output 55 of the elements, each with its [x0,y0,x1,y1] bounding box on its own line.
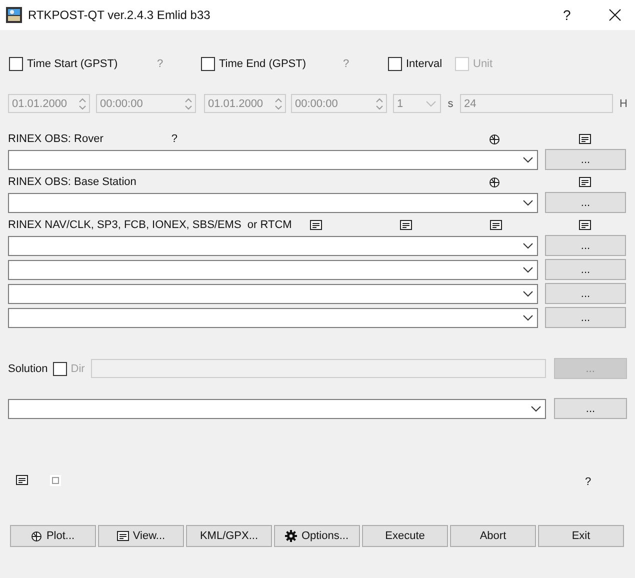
browse-button[interactable]: ... [554,398,627,419]
app-icon [6,7,22,23]
text-window-icon [116,531,129,541]
browse-button[interactable]: ... [545,283,626,304]
solution-label: Solution [8,362,48,374]
output-file-combo-box[interactable] [8,398,546,418]
action-button[interactable]: Plot... [10,525,96,547]
help-mark[interactable]: ? [585,476,592,488]
gear-icon [285,530,298,542]
base-station-label: RINEX OBS: Base Station [8,176,136,188]
globe-icon[interactable] [31,530,42,542]
text-window-icon[interactable] [310,220,322,230]
action-button[interactable]: KML/GPX... [186,525,272,547]
close-icon[interactable] [609,9,621,21]
rover-label: RINEX OBS: Rover [8,133,104,145]
navigation-files-label: RINEX NAV/CLK, SP3, FCB, IONEX, SBS/EMS or RTCM [8,219,292,231]
dir-label: Dir [70,362,85,374]
checkbox[interactable] [201,57,215,71]
text-window-icon[interactable] [490,220,502,230]
interval-unit-label: s [446,98,454,110]
browse-button[interactable]: ... [545,259,626,280]
unit-unit-label: H [618,98,628,110]
browse-button[interactable]: ... [545,307,626,328]
text-window-icon[interactable] [579,177,591,187]
action-button[interactable]: Exit [538,525,624,547]
directory-field[interactable] [90,359,546,378]
globe-icon[interactable] [489,134,500,144]
file-combo-box[interactable] [8,150,538,170]
file-combo-box[interactable] [8,192,538,212]
interval-label: Interval [406,58,442,70]
file-combo-box[interactable] [8,236,538,256]
window-title: RTKPOST-QT ver.2.4.3 Emlid b33 [28,8,212,22]
time-end-label: Time End (GPST) [219,58,306,70]
action-button[interactable]: View... [98,525,184,547]
globe-icon[interactable] [489,176,500,188]
action-button[interactable]: Abort [450,525,536,547]
action-button[interactable]: Options... [274,525,360,547]
browse-button[interactable]: ... [545,192,626,213]
checkbox[interactable] [388,57,402,71]
file-combo-box[interactable] [8,284,538,304]
square-icon[interactable] [50,475,61,486]
help-button[interactable]: ? [563,7,583,23]
file-combo-box[interactable] [8,308,538,328]
time-start-label: Time Start (GPST) [27,58,118,70]
browse-button[interactable]: ... [545,235,626,256]
file-combo-box[interactable] [8,260,538,280]
text-window-icon[interactable] [579,220,591,230]
text-window-icon[interactable] [579,134,591,144]
unit-label: Unit [473,58,493,70]
action-button[interactable]: Execute [362,525,448,547]
text-window-icon[interactable] [400,220,412,230]
browse-button[interactable]: ... [545,149,626,170]
text-window-icon[interactable] [16,475,28,485]
checkbox[interactable] [9,57,23,71]
help-mark[interactable]: ? [171,133,178,145]
